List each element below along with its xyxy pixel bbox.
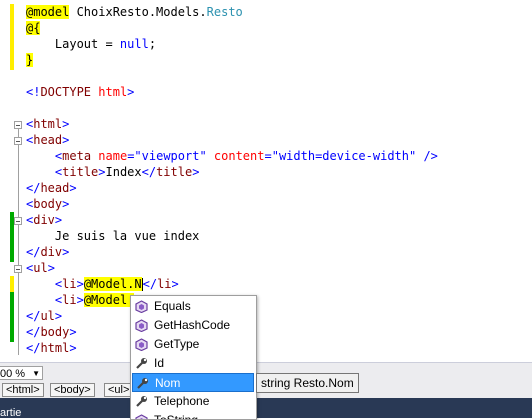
code-line-doctype: <!DOCTYPE html> (26, 85, 135, 99)
breadcrumb-body[interactable]: <body> (50, 383, 95, 397)
unsaved-change-bar-2 (10, 276, 14, 292)
bottom-panel-label[interactable]: artie (0, 407, 21, 419)
code-line-html-open: <html> (26, 117, 70, 131)
code-line-2: @{ (26, 21, 41, 35)
outline-guide (18, 129, 19, 355)
method-icon (135, 414, 148, 419)
bottom-panel-bar: artie (0, 398, 532, 419)
code-line-title: <title>Index</title> (54, 165, 200, 179)
property-wrench-icon (136, 396, 147, 407)
collapse-html-toggle[interactable] (14, 121, 22, 129)
code-line-meta: <meta name="viewport" content="width=dev… (54, 149, 438, 163)
completion-item-tostring[interactable]: ToString (132, 411, 254, 419)
method-icon (135, 319, 148, 332)
code-line-1: @model ChoixResto.Models.Resto (26, 5, 243, 19)
breadcrumb-ul[interactable]: <ul> (104, 383, 134, 397)
zoom-dropdown[interactable]: 00 % ▼ (0, 366, 43, 380)
chevron-down-icon: ▼ (32, 369, 40, 378)
code-line-body-open: <body> (26, 197, 70, 211)
code-line-div-open: <div> (26, 213, 63, 227)
property-wrench-icon (136, 358, 147, 369)
code-line-ul-close: </ul> (26, 309, 63, 323)
code-line-4: } (26, 53, 34, 67)
code-line-head-close: </head> (26, 181, 77, 195)
code-line-3: Layout = null; (26, 37, 157, 51)
collapse-head-toggle[interactable] (14, 137, 22, 145)
method-icon (135, 338, 148, 351)
completion-item-equals[interactable]: Equals (132, 297, 254, 316)
code-line-div-close: </div> (26, 245, 70, 259)
completion-item-gettype[interactable]: GetType (132, 335, 254, 354)
code-line-li-2: <li>@Model. (54, 293, 135, 307)
collapse-div-toggle[interactable] (14, 217, 22, 225)
intellisense-popup[interactable]: Equals GetHashCode GetType Id Nom Teleph… (130, 295, 257, 420)
unsaved-change-bar (10, 4, 14, 70)
code-line-div-text: Je suis la vue index (54, 229, 200, 243)
saved-change-bar-2 (10, 292, 14, 342)
completion-item-gethashcode[interactable]: GetHashCode (132, 316, 254, 335)
code-line-body-close: </body> (26, 325, 77, 339)
method-icon (135, 300, 148, 313)
code-line-head-open: <head> (26, 133, 70, 147)
breadcrumb-html[interactable]: <html> (2, 383, 44, 397)
code-line-ul-open: <ul> (26, 261, 55, 275)
completion-item-id[interactable]: Id (132, 354, 254, 373)
property-wrench-icon (137, 378, 148, 389)
code-line-html-close: </html> (26, 341, 77, 355)
completion-item-telephone[interactable]: Telephone (132, 392, 254, 411)
collapse-ul-toggle[interactable] (14, 265, 22, 273)
completion-item-nom-selected[interactable]: Nom (132, 373, 254, 392)
code-editor[interactable]: @model ChoixResto.Models.Resto @{ Layout… (0, 0, 532, 362)
code-line-li-1: <li>@Model.N</li> (54, 277, 179, 291)
quickinfo-tooltip: string Resto.Nom (256, 373, 359, 393)
